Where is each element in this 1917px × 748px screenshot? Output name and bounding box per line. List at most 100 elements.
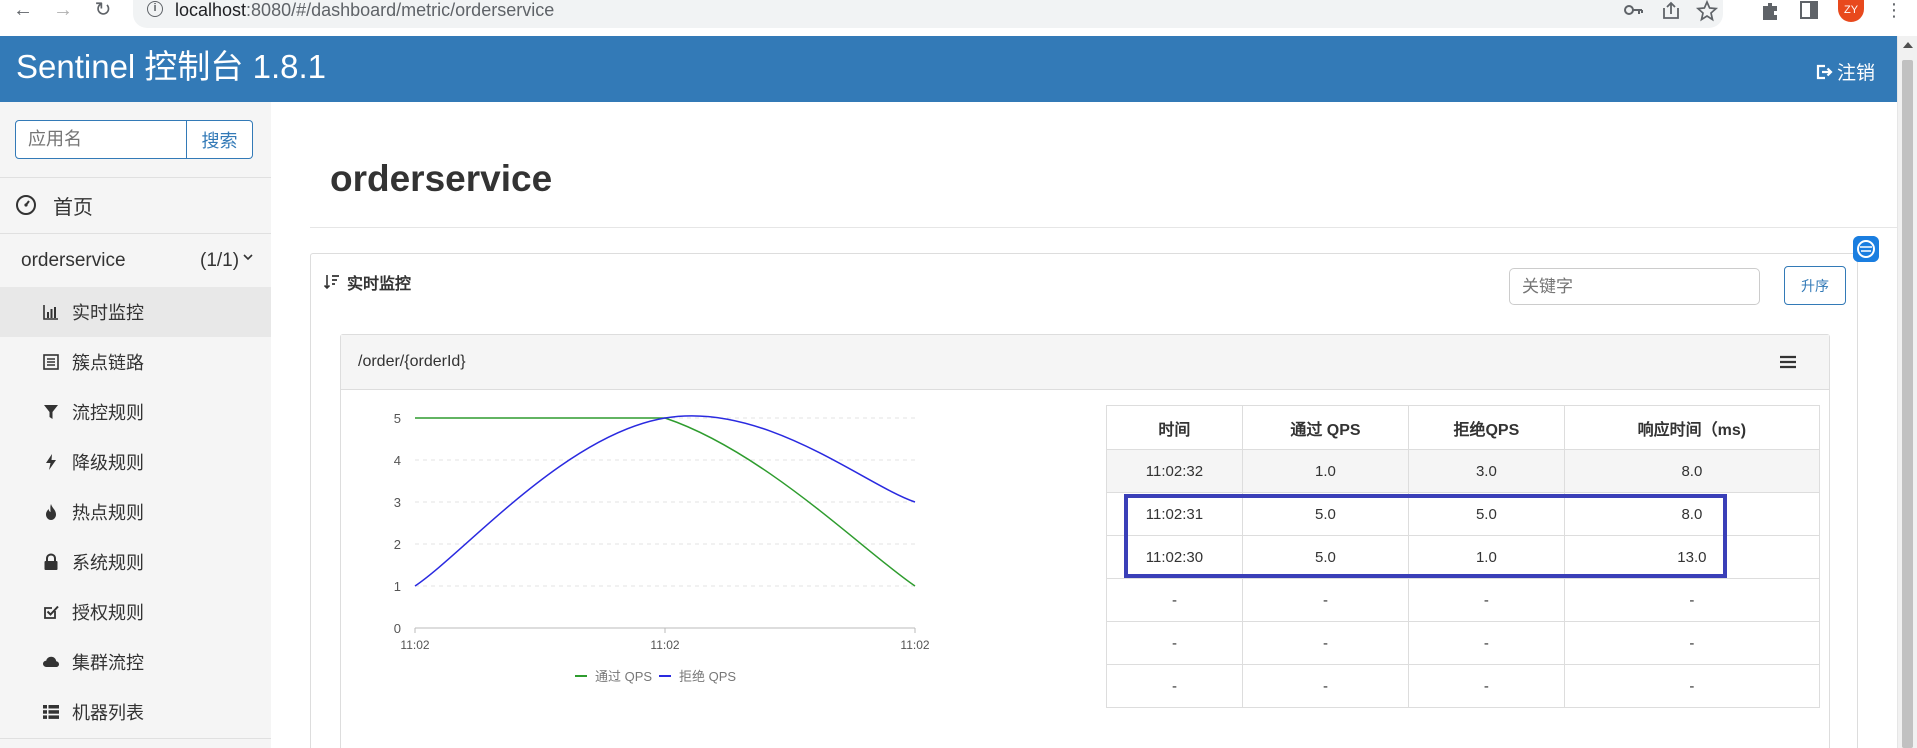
scroll-up-icon[interactable]	[1903, 42, 1913, 48]
sidebar-item-label: 机器列表	[72, 703, 144, 723]
sidebar-divider	[0, 233, 271, 234]
app-search-input[interactable]	[15, 120, 187, 159]
y-tick-label: 1	[394, 579, 401, 594]
cell-rt: -	[1563, 621, 1821, 665]
fire-icon	[46, 504, 56, 520]
profile-avatar[interactable]: ZY	[1838, 0, 1864, 22]
metric-table: 时间 通过 QPS 拒绝QPS 响应时间（ms) 11:02:32 1.0 3.0 8…	[1106, 405, 1821, 708]
cell-rt: 8.0	[1563, 492, 1821, 536]
resource-metric-card: /order/{orderId} 0 1 2 3 4 5 11:02 11:02 11:02 通过…	[340, 334, 1830, 748]
sidebar-item-label: 流控规则	[72, 403, 144, 423]
chevron-down-icon	[243, 254, 253, 261]
check-square-icon	[44, 605, 59, 619]
address-bar[interactable]: i localhost:8080/#/dashboard/metric/orde…	[133, 0, 1723, 28]
sidebar-item-realtime-monitor[interactable]: 实时监控	[0, 287, 271, 337]
share-icon[interactable]	[1659, 0, 1683, 22]
cell-time: -	[1106, 578, 1243, 622]
assistant-float-icon[interactable]	[1853, 236, 1879, 262]
cell-rt: -	[1563, 578, 1821, 622]
th-list-icon	[43, 705, 59, 719]
main-content: orderservice 实时监控 升序 /order/{orderId} 0 1…	[271, 102, 1897, 748]
cell-pass-qps: 5.0	[1241, 492, 1410, 536]
logout-label: 注销	[1837, 63, 1876, 84]
sidebar-item-label: 首页	[53, 196, 93, 219]
cell-block-qps: -	[1408, 664, 1565, 708]
x-tick-label: 11:02	[900, 638, 929, 652]
app-name: orderservice	[21, 250, 126, 271]
star-icon[interactable]	[1695, 0, 1719, 22]
sidebar-item-machine-list[interactable]: 机器列表	[0, 687, 271, 737]
cell-pass-qps: -	[1241, 621, 1410, 665]
sidebar-item-cluster-flow[interactable]: 集群流控	[0, 637, 271, 687]
flash-icon	[46, 454, 56, 470]
browser-toolbar: ← → ↻ i localhost:8080/#/dashboard/metri…	[0, 0, 1917, 36]
table-row: ----	[1106, 621, 1821, 665]
sidebar-item-label: 热点规则	[72, 503, 144, 523]
cell-block-qps: 5.0	[1408, 492, 1565, 536]
key-icon[interactable]	[1621, 0, 1645, 22]
cell-rt: 13.0	[1563, 535, 1821, 579]
legend-label: 通过 QPS	[595, 669, 652, 684]
sort-ascending-button[interactable]: 升序	[1784, 266, 1846, 305]
realtime-monitor-panel: 实时监控 升序 /order/{orderId} 0 1 2 3 4 5 11:02 11:0…	[310, 253, 1858, 748]
col-header-block-qps: 拒绝QPS	[1408, 405, 1565, 450]
sidebar-divider	[0, 177, 271, 178]
col-header-rt: 响应时间（ms)	[1563, 405, 1821, 450]
sidebar-item-degrade-rules[interactable]: 降级规则	[0, 437, 271, 487]
site-info-icon[interactable]: i	[147, 1, 163, 17]
filter-icon	[44, 405, 58, 419]
cell-time: 11:02:32	[1106, 449, 1243, 493]
forward-arrow-icon[interactable]: →	[48, 0, 78, 22]
more-menu-icon[interactable]: ⋮	[1882, 0, 1906, 22]
sidebar-item-home[interactable]: 首页	[15, 190, 93, 220]
sidebar-item-label: 簇点链路	[72, 353, 144, 373]
sidebar-item-flow-rules[interactable]: 流控规则	[0, 387, 271, 437]
sidebar-item-label: 授权规则	[72, 603, 144, 623]
cell-block-qps: 3.0	[1408, 449, 1565, 493]
back-arrow-icon[interactable]: ←	[8, 0, 38, 22]
dashboard-icon	[16, 195, 36, 215]
sidebar-app-orderservice[interactable]: orderservice (1/1)	[0, 242, 271, 284]
url-text[interactable]: localhost:8080/#/dashboard/metric/orders…	[175, 0, 554, 20]
page-scrollbar[interactable]	[1897, 36, 1917, 748]
app-header: Sentinel 控制台 1.8.1 注销	[0, 36, 1897, 102]
menu-icon[interactable]	[1778, 353, 1798, 371]
y-tick-label: 0	[394, 621, 401, 636]
cell-pass-qps: -	[1241, 578, 1410, 622]
sidebar: 搜索 首页 orderservice (1/1) 实时监控 簇点链路 流控规则 …	[0, 102, 271, 748]
col-header-time: 时间	[1106, 405, 1243, 450]
col-header-pass-qps: 通过 QPS	[1241, 405, 1410, 450]
app-search-group: 搜索	[15, 120, 253, 159]
sidebar-item-hotspot-rules[interactable]: 热点规则	[0, 487, 271, 537]
scrollbar-thumb[interactable]	[1902, 60, 1913, 748]
cell-block-qps: -	[1408, 621, 1565, 665]
sidebar-item-system-rules[interactable]: 系统规则	[0, 537, 271, 587]
cell-pass-qps: -	[1241, 664, 1410, 708]
list-icon	[43, 354, 59, 370]
brand-title[interactable]: Sentinel 控制台 1.8.1	[16, 47, 326, 87]
x-tick-label: 11:02	[650, 638, 679, 652]
reload-icon[interactable]: ↻	[88, 0, 118, 22]
extensions-icon[interactable]	[1758, 0, 1782, 22]
sidebar-item-label: 系统规则	[72, 553, 144, 573]
cell-pass-qps: 5.0	[1241, 535, 1410, 579]
cell-time: 11:02:30	[1106, 535, 1243, 579]
series-line-block-qps	[414, 415, 916, 587]
sidebar-item-label: 降级规则	[72, 453, 144, 473]
side-panel-icon[interactable]	[1797, 0, 1821, 22]
sidebar-item-authority-rules[interactable]: 授权规则	[0, 587, 271, 637]
cell-time: -	[1106, 664, 1243, 708]
lock-icon	[44, 553, 58, 570]
keyword-input[interactable]	[1509, 268, 1760, 305]
sidebar-item-cluster-point-link[interactable]: 簇点链路	[0, 337, 271, 387]
table-header-row: 时间 通过 QPS 拒绝QPS 响应时间（ms)	[1106, 405, 1821, 450]
table-row: 11:02:32 1.0 3.0 8.0	[1106, 449, 1821, 493]
y-tick-label: 5	[394, 411, 401, 426]
title-divider	[310, 227, 1897, 228]
panel-title-text: 实时监控	[347, 276, 412, 293]
logout-link[interactable]: 注销	[1815, 58, 1875, 85]
legend-label: 拒绝 QPS	[679, 669, 736, 684]
app-search-button[interactable]: 搜索	[187, 120, 253, 159]
sidebar-item-label: 集群流控	[72, 653, 144, 673]
table-row: 11:02:31 5.0 5.0 8.0	[1106, 492, 1821, 536]
